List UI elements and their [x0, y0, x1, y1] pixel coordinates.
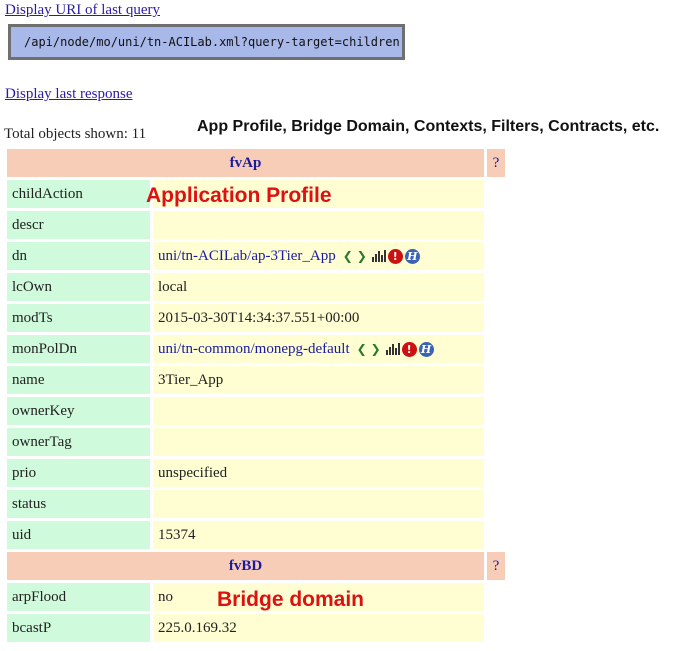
property-name: prio — [7, 459, 150, 487]
property-name: ownerKey — [7, 397, 150, 425]
property-value-link[interactable]: uni/tn-common/monepg-default — [158, 341, 350, 357]
help-cell: ? — [487, 552, 505, 580]
property-value: 15374 — [153, 521, 484, 549]
property-row: descr — [7, 211, 505, 239]
chevron-right-icon[interactable]: ❯ — [356, 249, 368, 263]
annotation-bridge-domain: Bridge domain — [217, 588, 365, 611]
property-name: modTs — [7, 304, 150, 332]
property-value-link[interactable]: uni/tn-ACILab/ap-3Tier_App — [158, 248, 336, 264]
object-class-header: fvBD — [7, 552, 484, 580]
object-class-header: fvAp — [7, 149, 484, 177]
chevron-right-icon[interactable]: ❯ — [370, 342, 382, 356]
property-name: childAction — [7, 180, 150, 208]
chevron-left-icon[interactable]: ❮ — [342, 249, 354, 263]
property-name: lcOwn — [7, 273, 150, 301]
property-value — [153, 397, 484, 425]
property-value: unspecified — [153, 459, 484, 487]
property-value: uni/tn-common/monepg-default ❮ ❯! H — [153, 335, 484, 363]
property-value: uni/tn-ACILab/ap-3Tier_App ❮ ❯! H — [153, 242, 484, 270]
property-row: dn uni/tn-ACILab/ap-3Tier_App ❮ ❯! H — [7, 242, 505, 270]
object-header-row: fvBD? — [7, 552, 505, 580]
property-row: monPolDn uni/tn-common/monepg-default ❮ ❯! H — [7, 335, 505, 363]
managed-object-table: fvAp? childAction descr dn uni/tn-ACILab/ap-… — [4, 146, 508, 645]
property-name: ownerTag — [7, 428, 150, 456]
display-response-link[interactable]: Display last response — [5, 86, 132, 103]
query-uri-box: /api/node/mo/uni/tn-ACILab.xml?query-tar… — [8, 24, 405, 60]
help-cell: ? — [487, 149, 505, 177]
fault-alert-icon[interactable]: ! — [387, 248, 403, 264]
property-value: local — [153, 273, 484, 301]
property-value — [153, 211, 484, 239]
chevron-left-icon[interactable]: ❮ — [356, 342, 368, 356]
help-link[interactable]: ? — [493, 558, 500, 574]
property-value — [153, 490, 484, 518]
property-row: bcastP 225.0.169.32 — [7, 614, 505, 642]
property-name: uid — [7, 521, 150, 549]
property-value: 3Tier_App — [153, 366, 484, 394]
property-name: descr — [7, 211, 150, 239]
property-name: dn — [7, 242, 150, 270]
property-row: prio unspecified — [7, 459, 505, 487]
help-link[interactable]: ? — [493, 155, 500, 171]
link-icon-group: ❮ ❯! H — [356, 341, 434, 357]
property-name: name — [7, 366, 150, 394]
property-row: modTs 2015-03-30T14:34:37.551+00:00 — [7, 304, 505, 332]
object-class-link[interactable]: fvAp — [230, 155, 262, 171]
property-value — [153, 428, 484, 456]
property-name: bcastP — [7, 614, 150, 642]
health-icon[interactable]: H — [404, 248, 420, 264]
property-name: monPolDn — [7, 335, 150, 363]
object-header-row: fvAp? — [7, 149, 505, 177]
stats-bar-chart-icon[interactable] — [385, 343, 400, 356]
annotation-application-profile: Application Profile — [146, 184, 332, 207]
property-value: 2015-03-30T14:34:37.551+00:00 — [153, 304, 484, 332]
property-row: ownerKey — [7, 397, 505, 425]
annotation-object-types: App Profile, Bridge Domain, Contexts, Fi… — [197, 118, 660, 135]
property-row: ownerTag — [7, 428, 505, 456]
object-class-link[interactable]: fvBD — [229, 558, 262, 574]
health-icon[interactable]: H — [418, 341, 434, 357]
display-uri-link[interactable]: Display URI of last query — [5, 2, 160, 19]
property-value: 225.0.169.32 — [153, 614, 484, 642]
fault-alert-icon[interactable]: ! — [401, 341, 417, 357]
total-objects-label: Total objects shown: 11 — [4, 126, 147, 142]
property-row: lcOwn local — [7, 273, 505, 301]
link-icon-group: ❮ ❯! H — [342, 248, 420, 264]
property-name: arpFlood — [7, 583, 150, 611]
property-row: status — [7, 490, 505, 518]
property-row: uid 15374 — [7, 521, 505, 549]
stats-bar-chart-icon[interactable] — [371, 250, 386, 263]
property-row: name 3Tier_App — [7, 366, 505, 394]
property-name: status — [7, 490, 150, 518]
